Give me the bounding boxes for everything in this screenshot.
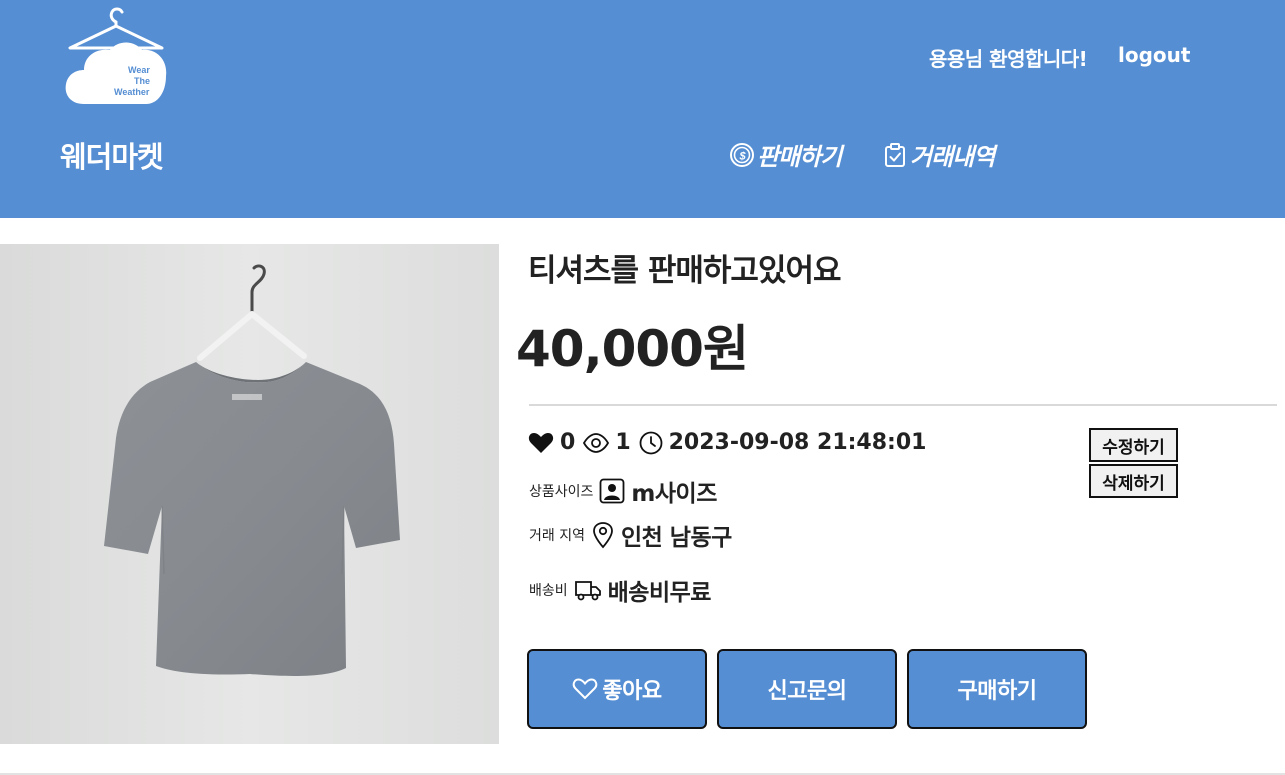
- region-row: 거래 지역 인천 남동구: [529, 518, 732, 552]
- logo-text-line2: The: [134, 76, 150, 86]
- hanger-cloud-logo[interactable]: Wear The Weather: [62, 4, 170, 108]
- like-button[interactable]: 좋아요: [527, 649, 707, 729]
- shipping-row: 배송비 배송비무료: [529, 573, 711, 607]
- logout-link[interactable]: logout: [1118, 43, 1190, 67]
- delete-button[interactable]: 삭제하기: [1089, 464, 1178, 498]
- like-button-label: 좋아요: [602, 679, 662, 704]
- view-count: 1: [615, 430, 631, 455]
- clock-icon: [639, 431, 663, 454]
- nav-history-label: 거래내역: [910, 143, 995, 171]
- nav-history[interactable]: 거래내역: [882, 137, 995, 172]
- clipboard-icon: [885, 142, 905, 167]
- product-title: 티셔츠를 판매하고있어요: [528, 253, 842, 289]
- product-stats: 0 1 2023-09-08 21:48:01: [528, 430, 934, 455]
- person-icon: [600, 478, 625, 504]
- divider: [529, 404, 1277, 406]
- tshirt-image: [0, 244, 499, 744]
- logo-text-line3: Weather: [114, 87, 150, 97]
- size-label: 상품사이즈: [529, 484, 594, 500]
- like-count: 0: [560, 430, 576, 455]
- region-label: 거래 지역: [529, 528, 585, 544]
- site-header: Wear The Weather 웨더마켓 용용님 환영합니다! logout …: [0, 0, 1285, 218]
- svg-text:$: $: [738, 150, 746, 162]
- coin-icon: $: [730, 142, 754, 167]
- heart-outline-icon: [573, 678, 598, 700]
- heart-icon: [528, 432, 554, 453]
- eye-icon: [583, 432, 610, 453]
- logo-text-line1: Wear: [128, 65, 150, 75]
- location-pin-icon: [593, 522, 613, 549]
- nav-sell[interactable]: $ 판매하기: [729, 137, 842, 172]
- buy-button[interactable]: 구매하기: [907, 649, 1087, 729]
- welcome-message: 용용님 환영합니다!: [929, 47, 1088, 71]
- shipping-label: 배송비: [529, 583, 568, 599]
- brand-name[interactable]: 웨더마켓: [60, 134, 164, 176]
- posted-datetime: 2023-09-08 21:48:01: [668, 430, 927, 455]
- nav-sell-label: 판매하기: [757, 143, 842, 171]
- product-price: 40,000원: [516, 320, 749, 378]
- size-row: 상품사이즈 m사이즈: [529, 474, 717, 508]
- report-button[interactable]: 신고문의: [717, 649, 897, 729]
- truck-icon: [574, 581, 601, 601]
- region-value: 인천 남동구: [620, 525, 732, 551]
- product-photo: [0, 244, 499, 744]
- edit-button[interactable]: 수정하기: [1089, 428, 1178, 462]
- size-value: m사이즈: [631, 481, 717, 507]
- shipping-value: 배송비무료: [607, 580, 712, 606]
